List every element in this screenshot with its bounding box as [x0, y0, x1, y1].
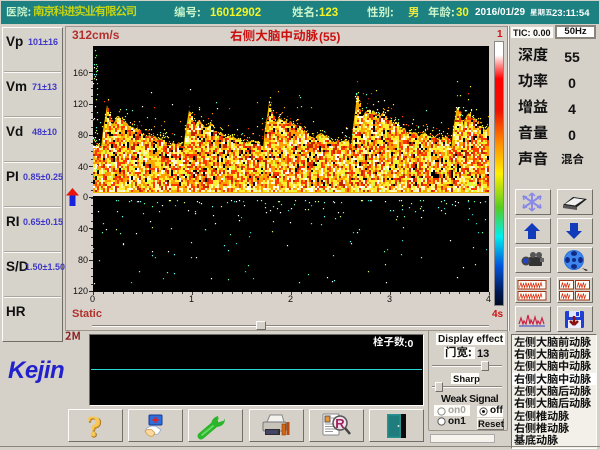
svg-text:R: R [335, 416, 345, 431]
svg-text:?: ? [87, 410, 102, 442]
